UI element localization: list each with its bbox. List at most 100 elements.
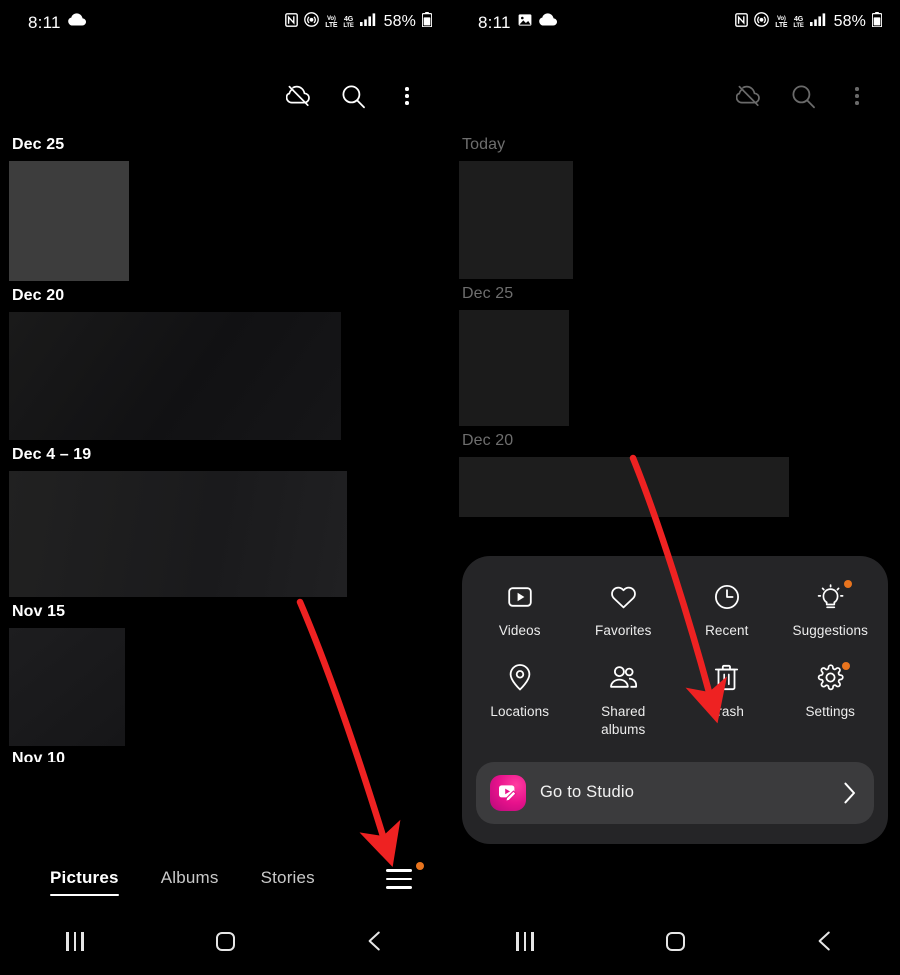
nfc-icon bbox=[735, 12, 749, 32]
locations-menu-item[interactable]: Locations bbox=[468, 663, 572, 740]
recents-icon bbox=[66, 931, 84, 951]
photo-tile[interactable] bbox=[459, 457, 789, 517]
menu-item-label: Favorites bbox=[595, 623, 652, 638]
lightbulb-icon bbox=[815, 580, 853, 612]
status-bar-right: Vo) LTE 4G LTE 58% bbox=[735, 12, 883, 32]
settings-menu-item[interactable]: Settings bbox=[779, 661, 883, 740]
screenshot-root: 8:11 Vo) LTE 4G LTE 58% Dec 25 Dec 20 De… bbox=[0, 0, 900, 975]
dot bbox=[855, 94, 859, 98]
more-options-icon[interactable] bbox=[394, 83, 420, 109]
recents-button[interactable] bbox=[47, 921, 103, 961]
gallery-list[interactable]: Today Dec 25 Dec 20 bbox=[450, 130, 900, 975]
dot bbox=[405, 101, 409, 105]
right-phone-screen: 8:11 Vo) LTE 4G LTE 58% Today Dec 25 Dec… bbox=[450, 0, 900, 975]
status-bar-right: Vo) LTE 4G LTE 58% bbox=[285, 12, 433, 32]
battery-percent-label: 58% bbox=[833, 13, 866, 30]
photo-tile[interactable] bbox=[9, 312, 341, 440]
recents-button[interactable] bbox=[497, 921, 553, 961]
bar bbox=[73, 931, 77, 951]
tab-stories[interactable]: Stories bbox=[261, 868, 315, 890]
gallery-section: Nov 10 bbox=[0, 746, 450, 762]
search-icon[interactable] bbox=[340, 83, 366, 109]
photo-tile[interactable] bbox=[459, 310, 569, 426]
back-button[interactable] bbox=[347, 921, 403, 961]
section-date-header: Dec 20 bbox=[462, 432, 514, 449]
section-tiles bbox=[0, 628, 450, 746]
favorites-menu-item[interactable]: Favorites bbox=[572, 582, 676, 641]
photo-tile[interactable] bbox=[459, 161, 573, 279]
more-options-icon[interactable] bbox=[844, 83, 870, 109]
photo-tile[interactable] bbox=[9, 161, 129, 281]
three-dots bbox=[855, 87, 859, 105]
studio-app-icon bbox=[490, 774, 526, 811]
go-to-studio-row[interactable]: Go to Studio bbox=[476, 761, 874, 824]
tab-albums[interactable]: Albums bbox=[161, 868, 219, 890]
section-tiles bbox=[450, 457, 900, 517]
cloud-icon bbox=[67, 13, 86, 31]
search-icon[interactable] bbox=[790, 83, 816, 109]
hamburger-line bbox=[386, 869, 412, 872]
bar bbox=[523, 931, 527, 951]
section-date-header: Dec 4 – 19 bbox=[12, 446, 92, 463]
home-icon bbox=[215, 931, 235, 951]
suggestions-menu-item[interactable]: Suggestions bbox=[779, 580, 883, 641]
studio-row-label: Go to Studio bbox=[540, 783, 635, 802]
volte-icon: Vo) LTE bbox=[325, 16, 337, 29]
cloud-off-icon[interactable] bbox=[736, 83, 762, 109]
photo-tile[interactable] bbox=[9, 471, 347, 597]
heart-icon bbox=[608, 582, 638, 612]
menu-item-label: Recent bbox=[705, 623, 749, 638]
menu-button[interactable] bbox=[386, 862, 424, 889]
hamburger-line bbox=[386, 877, 412, 881]
section-date-header: Nov 10 bbox=[12, 750, 66, 762]
menu-grid: Videos Favorites Recent Suggestions Loca… bbox=[468, 580, 883, 740]
gallery-section: Dec 20 bbox=[450, 426, 900, 517]
cloud-icon bbox=[538, 13, 557, 31]
recent-menu-item[interactable]: Recent bbox=[675, 582, 779, 641]
nfc-icon bbox=[285, 12, 299, 32]
back-button[interactable] bbox=[797, 921, 853, 961]
status-bar-left: 8:11 bbox=[28, 13, 86, 31]
app-toolbar bbox=[450, 70, 900, 122]
back-chevron-icon bbox=[368, 931, 380, 951]
bar bbox=[531, 931, 534, 951]
tab-pictures[interactable]: Pictures bbox=[50, 868, 119, 896]
dot bbox=[405, 94, 409, 98]
network-lte-label: LTE bbox=[793, 22, 804, 29]
menu-item-label: Locations bbox=[490, 703, 550, 719]
gallery-list[interactable]: Dec 25 Dec 20 Dec 4 – 19 Nov 15 Nov 10 bbox=[0, 130, 450, 975]
gallery-section: Dec 4 – 19 bbox=[0, 440, 450, 597]
battery-percent-label: 58% bbox=[383, 13, 416, 30]
gallery-section: Dec 25 bbox=[450, 279, 900, 426]
videos-menu-item[interactable]: Videos bbox=[468, 582, 572, 641]
location-pin-icon bbox=[505, 663, 535, 693]
menu-bottom-sheet: Videos Favorites Recent Suggestions Loca… bbox=[462, 556, 888, 844]
people-icon bbox=[608, 663, 638, 693]
volte-sub-label: Vo) bbox=[777, 15, 786, 22]
volte-main-label: LTE bbox=[325, 21, 338, 29]
network-lte-label: LTE bbox=[343, 22, 354, 29]
section-date-header: Nov 15 bbox=[12, 603, 66, 620]
gallery-section: Dec 20 bbox=[0, 281, 450, 440]
home-button[interactable] bbox=[197, 921, 253, 961]
dot bbox=[405, 87, 409, 91]
gear-icon bbox=[815, 661, 851, 693]
section-tiles bbox=[0, 161, 450, 281]
4g-lte-icon: 4G LTE bbox=[793, 16, 804, 29]
back-chevron-icon bbox=[818, 931, 830, 951]
4g-lte-icon: 4G LTE bbox=[343, 16, 354, 29]
trash-menu-item[interactable]: Trash bbox=[675, 663, 779, 740]
cloud-off-icon[interactable] bbox=[286, 83, 312, 109]
menu-item-badge-dot bbox=[842, 661, 851, 670]
hotspot-icon bbox=[304, 12, 320, 32]
trash-icon bbox=[712, 663, 742, 693]
shared-albums-menu-item[interactable]: Shared albums bbox=[572, 663, 676, 740]
home-button[interactable] bbox=[647, 921, 703, 961]
hotspot-icon bbox=[754, 12, 770, 32]
section-tiles bbox=[0, 471, 450, 597]
gallery-section: Today bbox=[450, 130, 900, 279]
gallery-section: Nov 15 bbox=[0, 597, 450, 746]
menu-item-badge-dot bbox=[844, 580, 853, 588]
photo-tile[interactable] bbox=[9, 628, 125, 746]
menu-item-label: Trash bbox=[709, 703, 744, 719]
